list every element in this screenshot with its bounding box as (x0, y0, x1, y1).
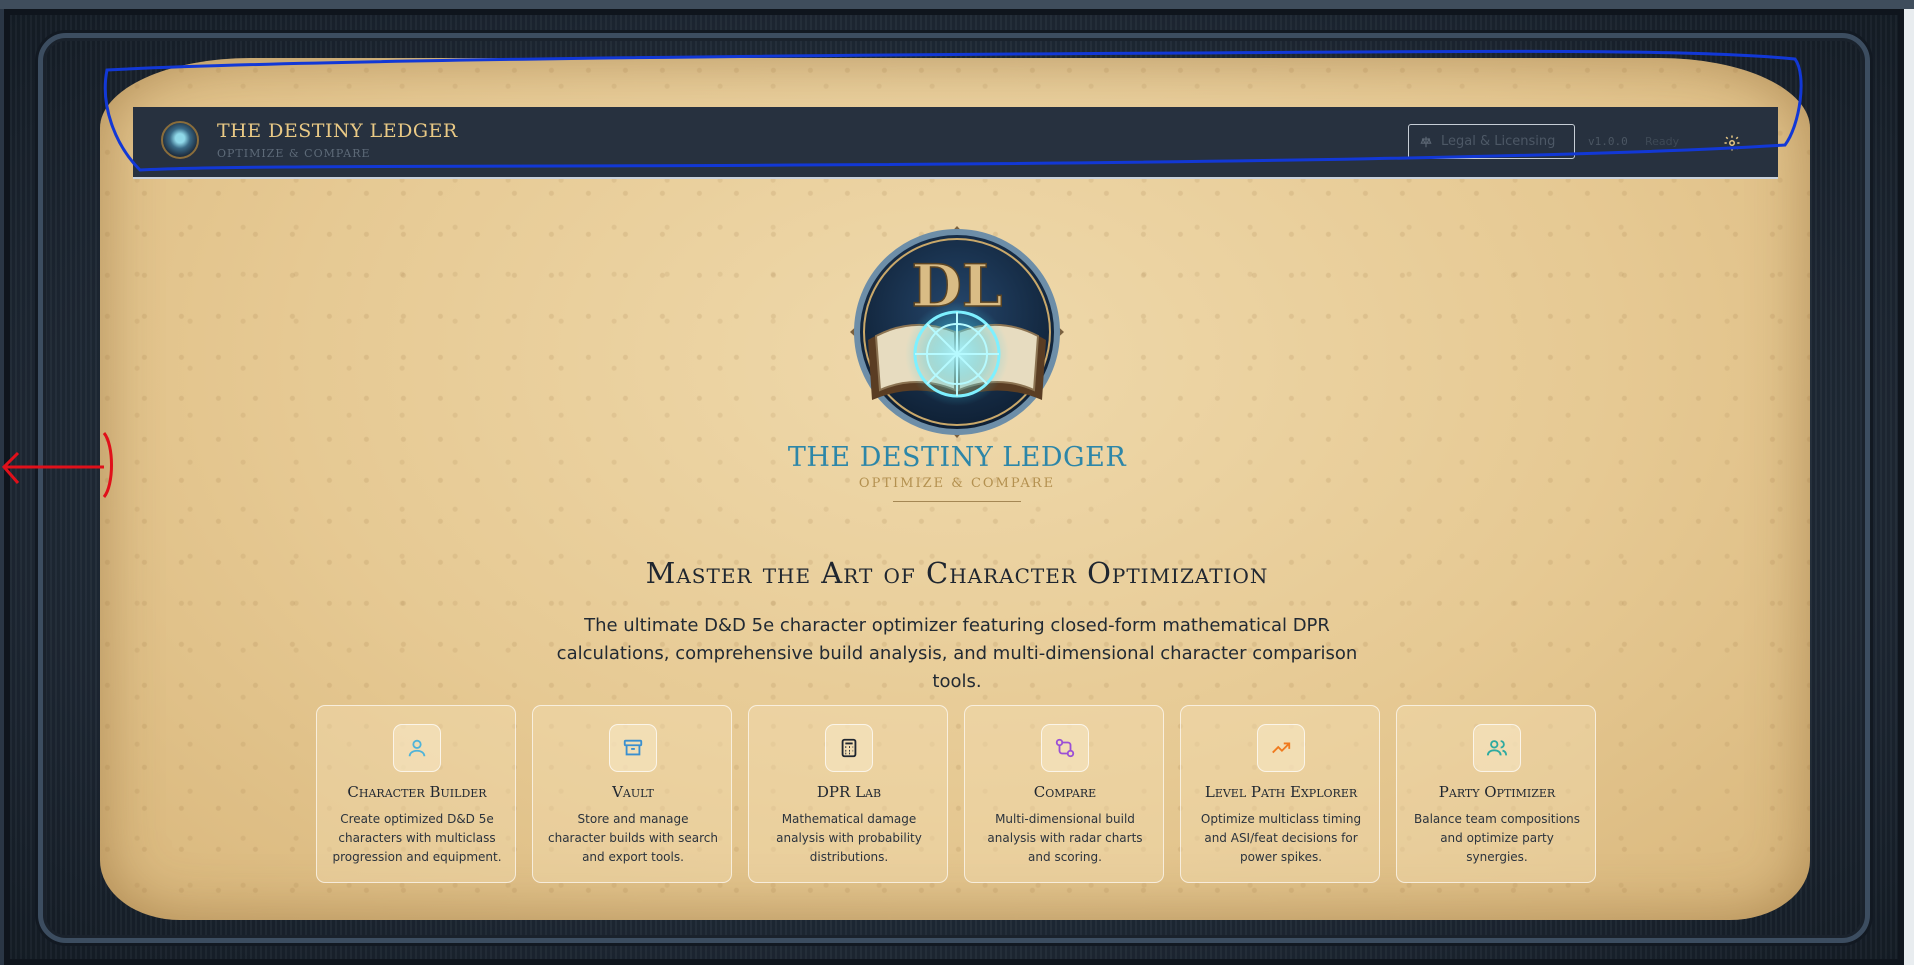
card-title: Compare (1033, 783, 1097, 801)
scale-icon (1420, 136, 1432, 147)
archive-icon (623, 739, 643, 756)
user-icon (408, 739, 426, 757)
brand-subtitle: OPTIMIZE & COMPARE (217, 147, 371, 160)
feature-card-dpr-lab[interactable]: DPR Lab Mathematical damage analysis wit… (748, 705, 948, 883)
card-description: Create optimized D&D 5e characters with … (332, 812, 502, 864)
card-title: Character Builder (347, 783, 487, 801)
destiny-ledger-emblem: DL (850, 226, 1064, 438)
card-description: Optimize multiclass timing and ASI/feat … (1200, 812, 1362, 864)
hero-title: THE DESTINY LEDGER (787, 442, 1127, 473)
window-top-bar (0, 0, 1914, 9)
card-description: Multi-dimensional build analysis with ra… (987, 812, 1143, 864)
feature-card-level-path-explorer[interactable]: Level Path Explorer Optimize multiclass … (1180, 705, 1380, 883)
feature-card-party-optimizer[interactable]: Party Optimizer Balance team composition… (1396, 705, 1596, 883)
legal-licensing-label: Legal & Licensing (1441, 134, 1556, 149)
brand-title[interactable]: THE DESTINY LEDGER (217, 120, 458, 142)
version-label: v1.0.0 (1588, 135, 1628, 148)
feature-cards: Character Builder Create optimized D&D 5… (316, 705, 1596, 883)
card-title: DPR Lab (816, 783, 882, 801)
status-label: Ready (1645, 135, 1680, 148)
calculator-icon (841, 738, 857, 758)
card-description: Store and manage character builds with s… (548, 812, 718, 864)
hero-divider (893, 501, 1021, 502)
brand-logo-icon[interactable] (161, 121, 199, 159)
feature-card-character-builder[interactable]: Character Builder Create optimized D&D 5… (316, 705, 516, 883)
legal-licensing-button[interactable]: Legal & Licensing (1408, 124, 1575, 159)
feature-card-compare[interactable]: Compare Multi-dimensional build analysis… (964, 705, 1164, 883)
card-title: Party Optimizer (1438, 783, 1556, 801)
card-title: Level Path Explorer (1204, 783, 1358, 801)
users-icon (1486, 740, 1508, 756)
trending-up-icon (1272, 742, 1291, 754)
page-headline: Master the Art of Character Optimization (645, 556, 1269, 590)
git-compare-icon (1055, 738, 1075, 758)
card-description: Balance team compositions and optimize p… (1413, 812, 1581, 864)
card-title: Vault (612, 783, 654, 801)
settings-gear-icon[interactable] (1723, 134, 1741, 152)
hero-subtitle: OPTIMIZE & COMPARE (858, 476, 1056, 491)
card-description: Mathematical damage analysis with probab… (776, 812, 922, 864)
top-navbar: THE DESTINY LEDGER OPTIMIZE & COMPARE Le… (133, 107, 1778, 179)
feature-card-vault[interactable]: Vault Store and manage character builds … (532, 705, 732, 883)
page-description: The ultimate D&D 5e character optimizer … (556, 615, 1358, 692)
